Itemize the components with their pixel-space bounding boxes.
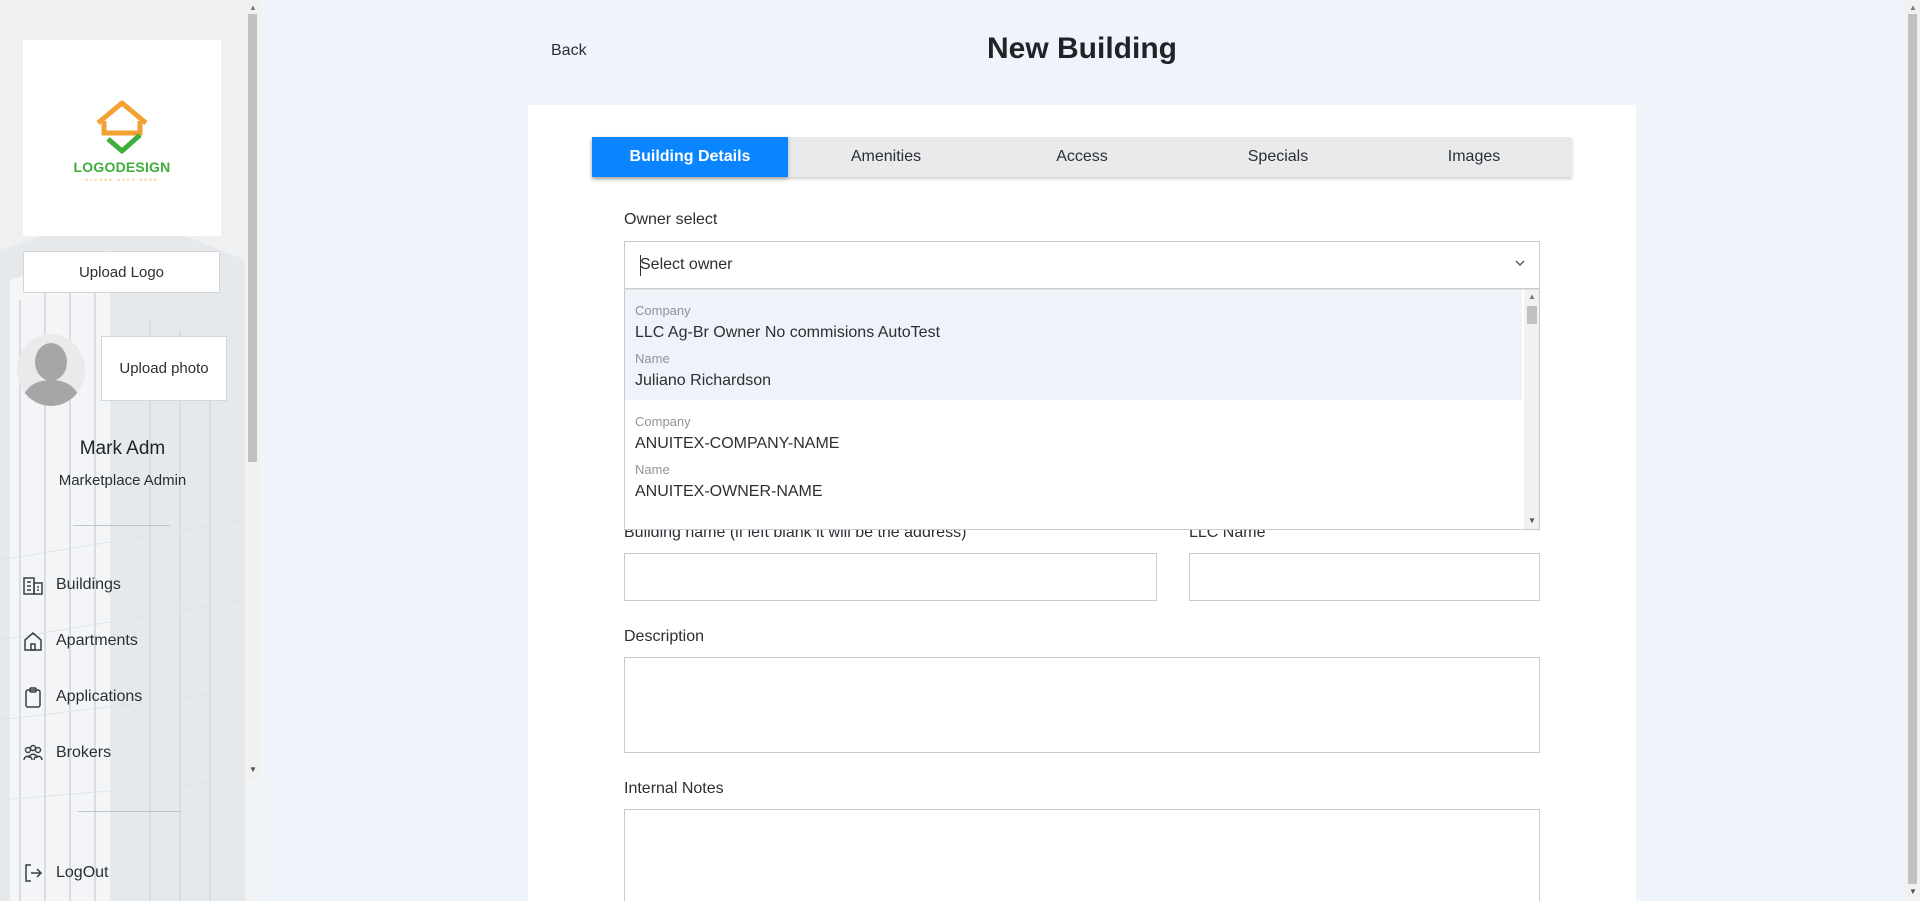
home-icon — [24, 632, 42, 651]
llc-name-input[interactable] — [1189, 553, 1540, 601]
owner-dropdown-list: Company LLC Ag-Br Owner No commisions Au… — [624, 289, 1540, 530]
logout-icon — [25, 864, 43, 882]
tab-images[interactable]: Images — [1376, 137, 1572, 177]
people-icon — [23, 744, 43, 761]
sidebar: LOGODESIGN SLOGAN GOES HERE Upload Logo … — [0, 0, 260, 901]
scroll-down-arrow-icon[interactable]: ▼ — [1528, 516, 1536, 525]
sidebar-divider — [73, 525, 170, 526]
user-role: Marketplace Admin — [58, 472, 187, 489]
owner-option[interactable]: Company LLC Ag-Br Owner No commisions Au… — [625, 290, 1522, 400]
buildings-icon — [23, 577, 43, 595]
option-company-value: LLC Ag-Br Owner No commisions AutoTest — [635, 324, 941, 341]
sidebar-item-brokers[interactable]: Brokers — [22, 742, 111, 764]
sidebar-divider — [78, 811, 181, 812]
option-company-label: Company — [635, 303, 691, 318]
scroll-down-arrow-icon[interactable]: ▼ — [249, 765, 257, 774]
description-textarea[interactable] — [624, 657, 1540, 753]
owner-option[interactable]: Company ANUITEX-COMPANY-NAME Name ANUITE… — [625, 400, 1522, 511]
scroll-down-arrow-icon[interactable]: ▼ — [1909, 887, 1917, 896]
option-company-value: ANUITEX-COMPANY-NAME — [635, 435, 840, 452]
sidebar-item-apartments[interactable]: Apartments — [22, 630, 138, 652]
tab-amenities[interactable]: Amenities — [788, 137, 984, 177]
clipboard-icon — [25, 687, 41, 708]
description-label: Description — [624, 628, 705, 645]
building-name-input[interactable] — [624, 553, 1157, 601]
internal-notes-textarea[interactable] — [624, 809, 1540, 901]
scrollbar-thumb[interactable] — [1527, 306, 1537, 324]
sidebar-item-buildings[interactable]: Buildings — [22, 574, 121, 596]
logout-button[interactable]: LogOut — [22, 862, 108, 884]
text-caret — [640, 255, 641, 276]
sidebar-scrollbar[interactable]: ▲ ▼ — [245, 0, 260, 780]
tab-building-details[interactable]: Building Details — [592, 137, 788, 177]
logout-label: LogOut — [56, 864, 109, 881]
owner-select-placeholder: Select owner — [640, 256, 733, 273]
logo-wordmark: LOGODESIGN — [73, 158, 171, 175]
sidebar-item-label: Buildings — [56, 576, 121, 593]
company-logo: LOGODESIGN SLOGAN GOES HERE — [23, 40, 221, 236]
scroll-up-arrow-icon[interactable]: ▲ — [249, 3, 257, 12]
avatar — [17, 334, 85, 406]
scroll-up-arrow-icon[interactable]: ▲ — [1528, 292, 1536, 301]
user-name: Mark Adm — [79, 438, 166, 459]
owner-select[interactable]: Select owner — [624, 241, 1540, 289]
tab-bar: Building Details Amenities Access Specia… — [592, 137, 1572, 177]
logo-house-icon — [96, 100, 148, 153]
upload-logo-button[interactable]: Upload Logo — [23, 251, 220, 293]
scrollbar-thumb[interactable] — [1908, 14, 1917, 884]
dropdown-scrollbar[interactable]: ▲ ▼ — [1524, 290, 1539, 529]
sidebar-item-label: Applications — [56, 688, 143, 705]
internal-notes-label: Internal Notes — [624, 780, 724, 797]
option-company-label: Company — [635, 414, 691, 429]
option-name-value: ANUITEX-OWNER-NAME — [635, 483, 823, 500]
scrollbar-thumb[interactable] — [248, 14, 257, 462]
option-name-value: Juliano Richardson — [635, 372, 772, 389]
upload-photo-button[interactable]: Upload photo — [101, 336, 227, 401]
tab-access[interactable]: Access — [984, 137, 1180, 177]
option-name-label: Name — [635, 462, 670, 477]
sidebar-item-label: Brokers — [56, 744, 112, 761]
page-title: New Building — [987, 32, 1177, 65]
owner-select-label: Owner select — [624, 211, 718, 228]
option-name-label: Name — [635, 351, 670, 366]
chevron-down-icon — [1515, 260, 1525, 266]
scroll-up-arrow-icon[interactable]: ▲ — [1909, 3, 1917, 12]
user-silhouette-icon — [17, 334, 85, 406]
page-scrollbar[interactable]: ▲ ▼ — [1905, 0, 1920, 901]
logo-slogan: SLOGAN GOES HERE — [85, 176, 159, 182]
sidebar-item-label: Apartments — [56, 632, 138, 649]
tab-specials[interactable]: Specials — [1180, 137, 1376, 177]
sidebar-item-applications[interactable]: Applications — [22, 686, 142, 708]
back-link[interactable]: Back — [551, 42, 587, 60]
